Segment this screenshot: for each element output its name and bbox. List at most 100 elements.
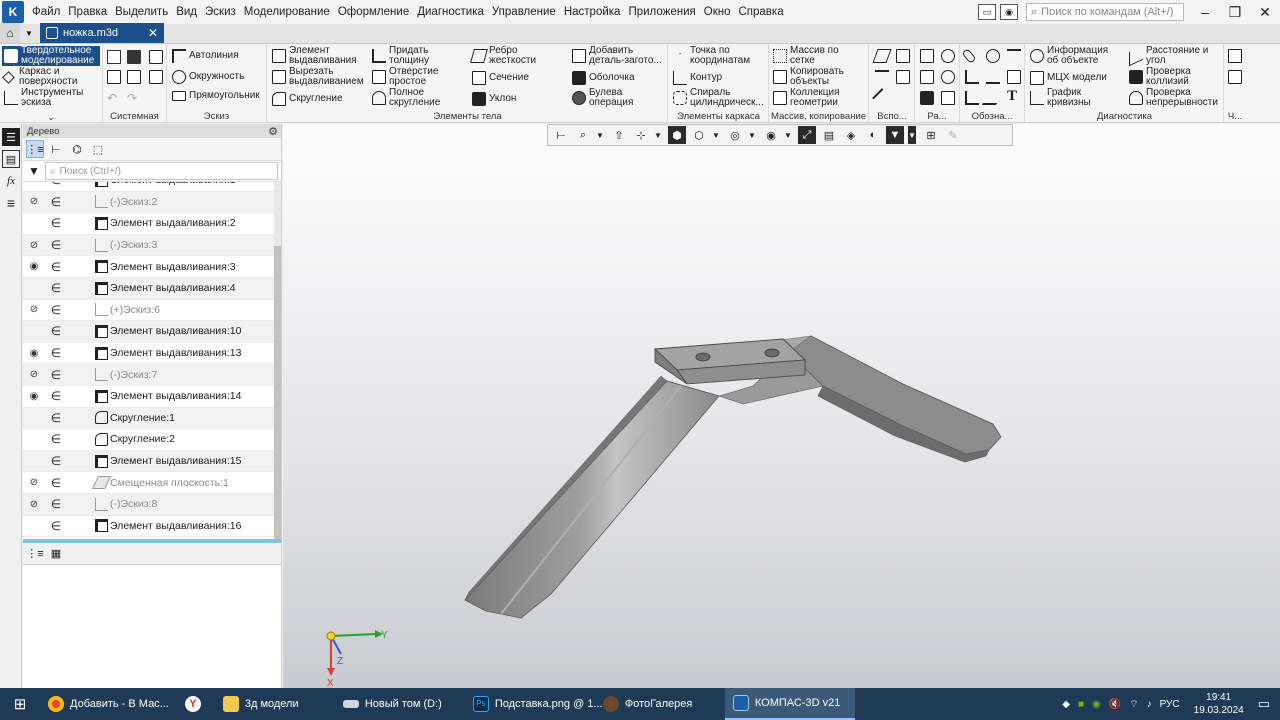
tree-row[interactable]: ⊘ ∈ Смещенная плоскость:1	[23, 472, 274, 494]
tree-row[interactable]: ⊘ ∈ (-)Эскиз:7	[23, 364, 274, 386]
menu-diagnostics[interactable]: Диагностика	[413, 0, 488, 24]
tree-components-icon[interactable]: ⌬	[68, 140, 86, 158]
menu-management[interactable]: Управление	[488, 0, 560, 24]
include-icon[interactable]: ∈	[45, 216, 67, 230]
include-icon[interactable]: ∈	[45, 454, 67, 468]
menu-modeling[interactable]: Моделирование	[240, 0, 334, 24]
include-icon[interactable]: ∈	[45, 432, 67, 446]
redo-icon[interactable]: ↷	[127, 91, 137, 105]
base-icon[interactable]	[1007, 70, 1021, 84]
shell-button[interactable]: Оболочка	[572, 71, 635, 85]
tree-row[interactable]: ∈ Элемент выдавливания:16	[23, 516, 274, 538]
mass-props-button[interactable]: МЦХ модели	[1030, 71, 1107, 85]
tree-row[interactable]: ∈ Элемент выдавливания:15	[23, 450, 274, 473]
aux-plane-icon[interactable]	[872, 49, 892, 63]
tree-history-icon[interactable]: ⊢	[47, 140, 65, 158]
nvidia-icon[interactable]: ■	[1078, 699, 1084, 710]
include-icon[interactable]: ∈	[45, 238, 67, 252]
mode-sketch-tools[interactable]: Инструменты эскиза	[2, 88, 100, 108]
tree-row[interactable]: ∈ Скругление:2	[23, 429, 274, 451]
tree-structure-icon[interactable]: ⋮≡	[26, 140, 44, 158]
full-fillet-button[interactable]: Полное скругление	[372, 88, 444, 108]
print-icon[interactable]	[107, 70, 121, 84]
aux-axis-icon[interactable]	[896, 49, 910, 63]
menu-apps[interactable]: Приложения	[624, 0, 699, 24]
task-chrome[interactable]: Добавить - В Мас...	[40, 688, 177, 720]
rotate-icon[interactable]	[941, 49, 955, 63]
task-folder[interactable]: 3д модели	[215, 688, 335, 720]
angle-dim-icon[interactable]	[965, 70, 979, 84]
input-language[interactable]: РУС	[1160, 699, 1180, 710]
rectangle-button[interactable]: Прямоугольник	[172, 91, 260, 101]
section-button[interactable]: Сечение	[472, 71, 529, 85]
preview-icon[interactable]	[127, 70, 141, 84]
distance-button[interactable]: Расстояние и угол	[1129, 46, 1221, 67]
tree-toggle-icon[interactable]: ☰	[2, 128, 20, 146]
home-icon[interactable]: ⌂	[0, 23, 20, 43]
group-annotation-label[interactable]: Обозна...	[960, 110, 1024, 123]
eye-icon[interactable]: ◉	[23, 348, 45, 359]
weld-icon[interactable]	[981, 91, 1005, 105]
fillet-button[interactable]: Скругление	[272, 92, 343, 106]
gear-icon[interactable]: ⚙	[268, 125, 278, 138]
tree-row[interactable]: ◉ ∈ Элемент выдавливания:13	[23, 343, 274, 365]
eye-hidden-icon[interactable]: ⊘	[23, 304, 45, 315]
tab-list-icon[interactable]: ▼	[20, 23, 38, 43]
tree-row[interactable]: ∈ Скругление:1	[23, 407, 274, 430]
maximize-button[interactable]: ❐	[1220, 0, 1250, 24]
menu-edit[interactable]: Правка	[64, 0, 111, 24]
group-frame-label[interactable]: Элементы каркаса	[669, 110, 768, 123]
aux-cs-icon[interactable]	[896, 70, 910, 84]
new-document-icon[interactable]	[107, 50, 121, 64]
eye-hidden-icon[interactable]: ⊘	[23, 240, 45, 251]
minimize-button[interactable]: –	[1190, 0, 1220, 24]
grid-array-button[interactable]: Массив по сетке	[773, 46, 845, 66]
include-icon[interactable]: ∈	[45, 281, 67, 295]
surface-icon[interactable]	[920, 49, 934, 63]
panel2-icon[interactable]	[1228, 70, 1242, 84]
tree-row[interactable]: ⊘ ∈ (+)Эскиз:6	[23, 300, 274, 322]
helix-button[interactable]: Спираль цилиндрическ...	[673, 88, 768, 108]
tree-search-input[interactable]: ⌕ Поиск (Ctrl+/)	[45, 162, 278, 180]
group-diagnostics-label[interactable]: Диагностика	[1026, 110, 1223, 123]
layer-icon[interactable]	[920, 70, 934, 84]
tree-row[interactable]: ∈ Элемент выдавливания:10	[23, 321, 274, 343]
menu-window[interactable]: Окно	[700, 0, 735, 24]
point-coords-button[interactable]: · Точка по координатам	[673, 46, 760, 66]
include-icon[interactable]: ∈	[45, 195, 67, 209]
text-icon[interactable]: T	[1007, 88, 1017, 105]
object-info-button[interactable]: Информация об объекте	[1030, 46, 1122, 66]
add-blank-button[interactable]: Добавить деталь-загото...	[572, 46, 664, 66]
notifications-icon[interactable]: ▭	[1258, 696, 1270, 712]
task-kompas[interactable]: КОМПАС-3D v21	[724, 688, 855, 720]
thicken-button[interactable]: Придать толщину	[372, 46, 439, 66]
menu-file[interactable]: Файл	[28, 0, 64, 24]
collision-button[interactable]: Проверка коллизий	[1129, 67, 1206, 87]
wifi-icon[interactable]: ⌔	[1129, 698, 1138, 711]
leader-icon[interactable]	[965, 91, 979, 105]
eye-icon[interactable]: ◉	[23, 261, 45, 272]
command-search[interactable]: ⌕ Поиск по командам (Alt+/)	[1026, 3, 1184, 21]
undo-icon[interactable]: ↶	[107, 91, 117, 105]
tree-select-icon[interactable]: ⬚	[89, 140, 107, 158]
mute-icon[interactable]: 🔇	[1109, 699, 1121, 710]
tree-row[interactable]: ◉ ∈ Элемент выдавливания:3	[23, 256, 274, 278]
close-tab-icon[interactable]: ✕	[148, 26, 158, 40]
mode-solid[interactable]: Твердотельное моделирование	[2, 46, 100, 66]
extrude-button[interactable]: Элемент выдавливания	[272, 46, 359, 66]
eye-hidden-icon[interactable]: ⊘	[23, 369, 45, 380]
tree-scrollbar[interactable]	[274, 182, 281, 539]
close-button[interactable]: ✕	[1250, 0, 1280, 24]
layout-icon[interactable]: ▭	[978, 4, 996, 20]
windows-start-icon[interactable]: ⊞	[0, 688, 40, 720]
volume-icon[interactable]: ♪	[1147, 699, 1152, 710]
group-parts-label[interactable]: Ра...	[915, 110, 959, 123]
tree-row[interactable]: ∈ Элемент выдавливания:2	[23, 213, 274, 235]
stack-icon[interactable]	[920, 91, 934, 105]
tree-tab-icon[interactable]: ⋮≡	[26, 545, 44, 563]
tree-row[interactable]: ∈ Элемент выдавливания:1	[23, 182, 274, 192]
screenshot-icon[interactable]: ◉	[1000, 4, 1018, 20]
rib-button[interactable]: Ребро жесткости	[470, 46, 544, 66]
save-all-icon[interactable]	[149, 70, 163, 84]
save-icon[interactable]	[149, 50, 163, 64]
